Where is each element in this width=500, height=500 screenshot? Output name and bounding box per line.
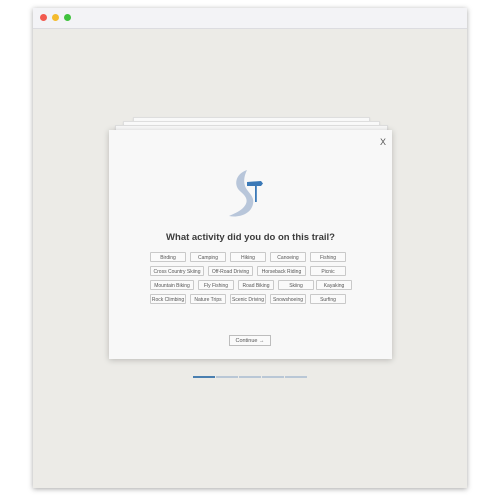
app-window: X What activity did you do on this trail… (33, 8, 467, 488)
activity-road-biking-button[interactable]: Road Biking (238, 280, 274, 290)
activity-rock-climbing-button[interactable]: Rock Climbing (150, 294, 186, 304)
activity-snowshoeing-button[interactable]: Snowshoeing (270, 294, 306, 304)
activity-off-road-driving-button[interactable]: Off-Road Driving (208, 266, 253, 276)
minimize-window-button[interactable] (52, 14, 59, 21)
activity-canoeing-button[interactable]: Canoeing (270, 252, 306, 262)
progress-step-1 (193, 376, 215, 378)
progress-step-2 (216, 376, 238, 378)
activity-camping-button[interactable]: Camping (190, 252, 226, 262)
activity-modal: X What activity did you do on this trail… (109, 130, 392, 359)
activity-nature-trips-button[interactable]: Nature Trips (190, 294, 226, 304)
activity-skiing-button[interactable]: Skiing (278, 280, 314, 290)
activity-fishing-button[interactable]: Fishing (310, 252, 346, 262)
activity-picnic-button[interactable]: Picnic (310, 266, 346, 276)
progress-step-3 (239, 376, 261, 378)
question-heading: What activity did you do on this trail? (166, 232, 335, 243)
close-modal-button[interactable]: X (380, 137, 386, 147)
zoom-window-button[interactable] (64, 14, 71, 21)
activity-fly-fishing-button[interactable]: Fly Fishing (198, 280, 234, 290)
activity-kayaking-button[interactable]: Kayaking (316, 280, 352, 290)
activity-scenic-driving-button[interactable]: Scenic Driving (230, 294, 266, 304)
continue-label: Continue (235, 338, 258, 344)
window-titlebar (33, 8, 467, 29)
close-window-button[interactable] (40, 14, 47, 21)
progress-step-4 (262, 376, 284, 378)
activity-cross-country-skiing-button[interactable]: Cross Country Skiing (150, 266, 204, 276)
activity-hiking-button[interactable]: Hiking (230, 252, 266, 262)
arrow-right-icon: → (259, 338, 265, 344)
activity-mountain-biking-button[interactable]: Mountain Biking (150, 280, 194, 290)
continue-button[interactable]: Continue → (229, 335, 271, 346)
activity-birding-button[interactable]: Birding (150, 252, 186, 262)
trail-s-signpost-logo-icon (229, 170, 263, 217)
activity-surfing-button[interactable]: Surfing (310, 294, 346, 304)
activity-horseback-riding-button[interactable]: Horseback Riding (257, 266, 306, 276)
progress-step-5 (285, 376, 307, 378)
